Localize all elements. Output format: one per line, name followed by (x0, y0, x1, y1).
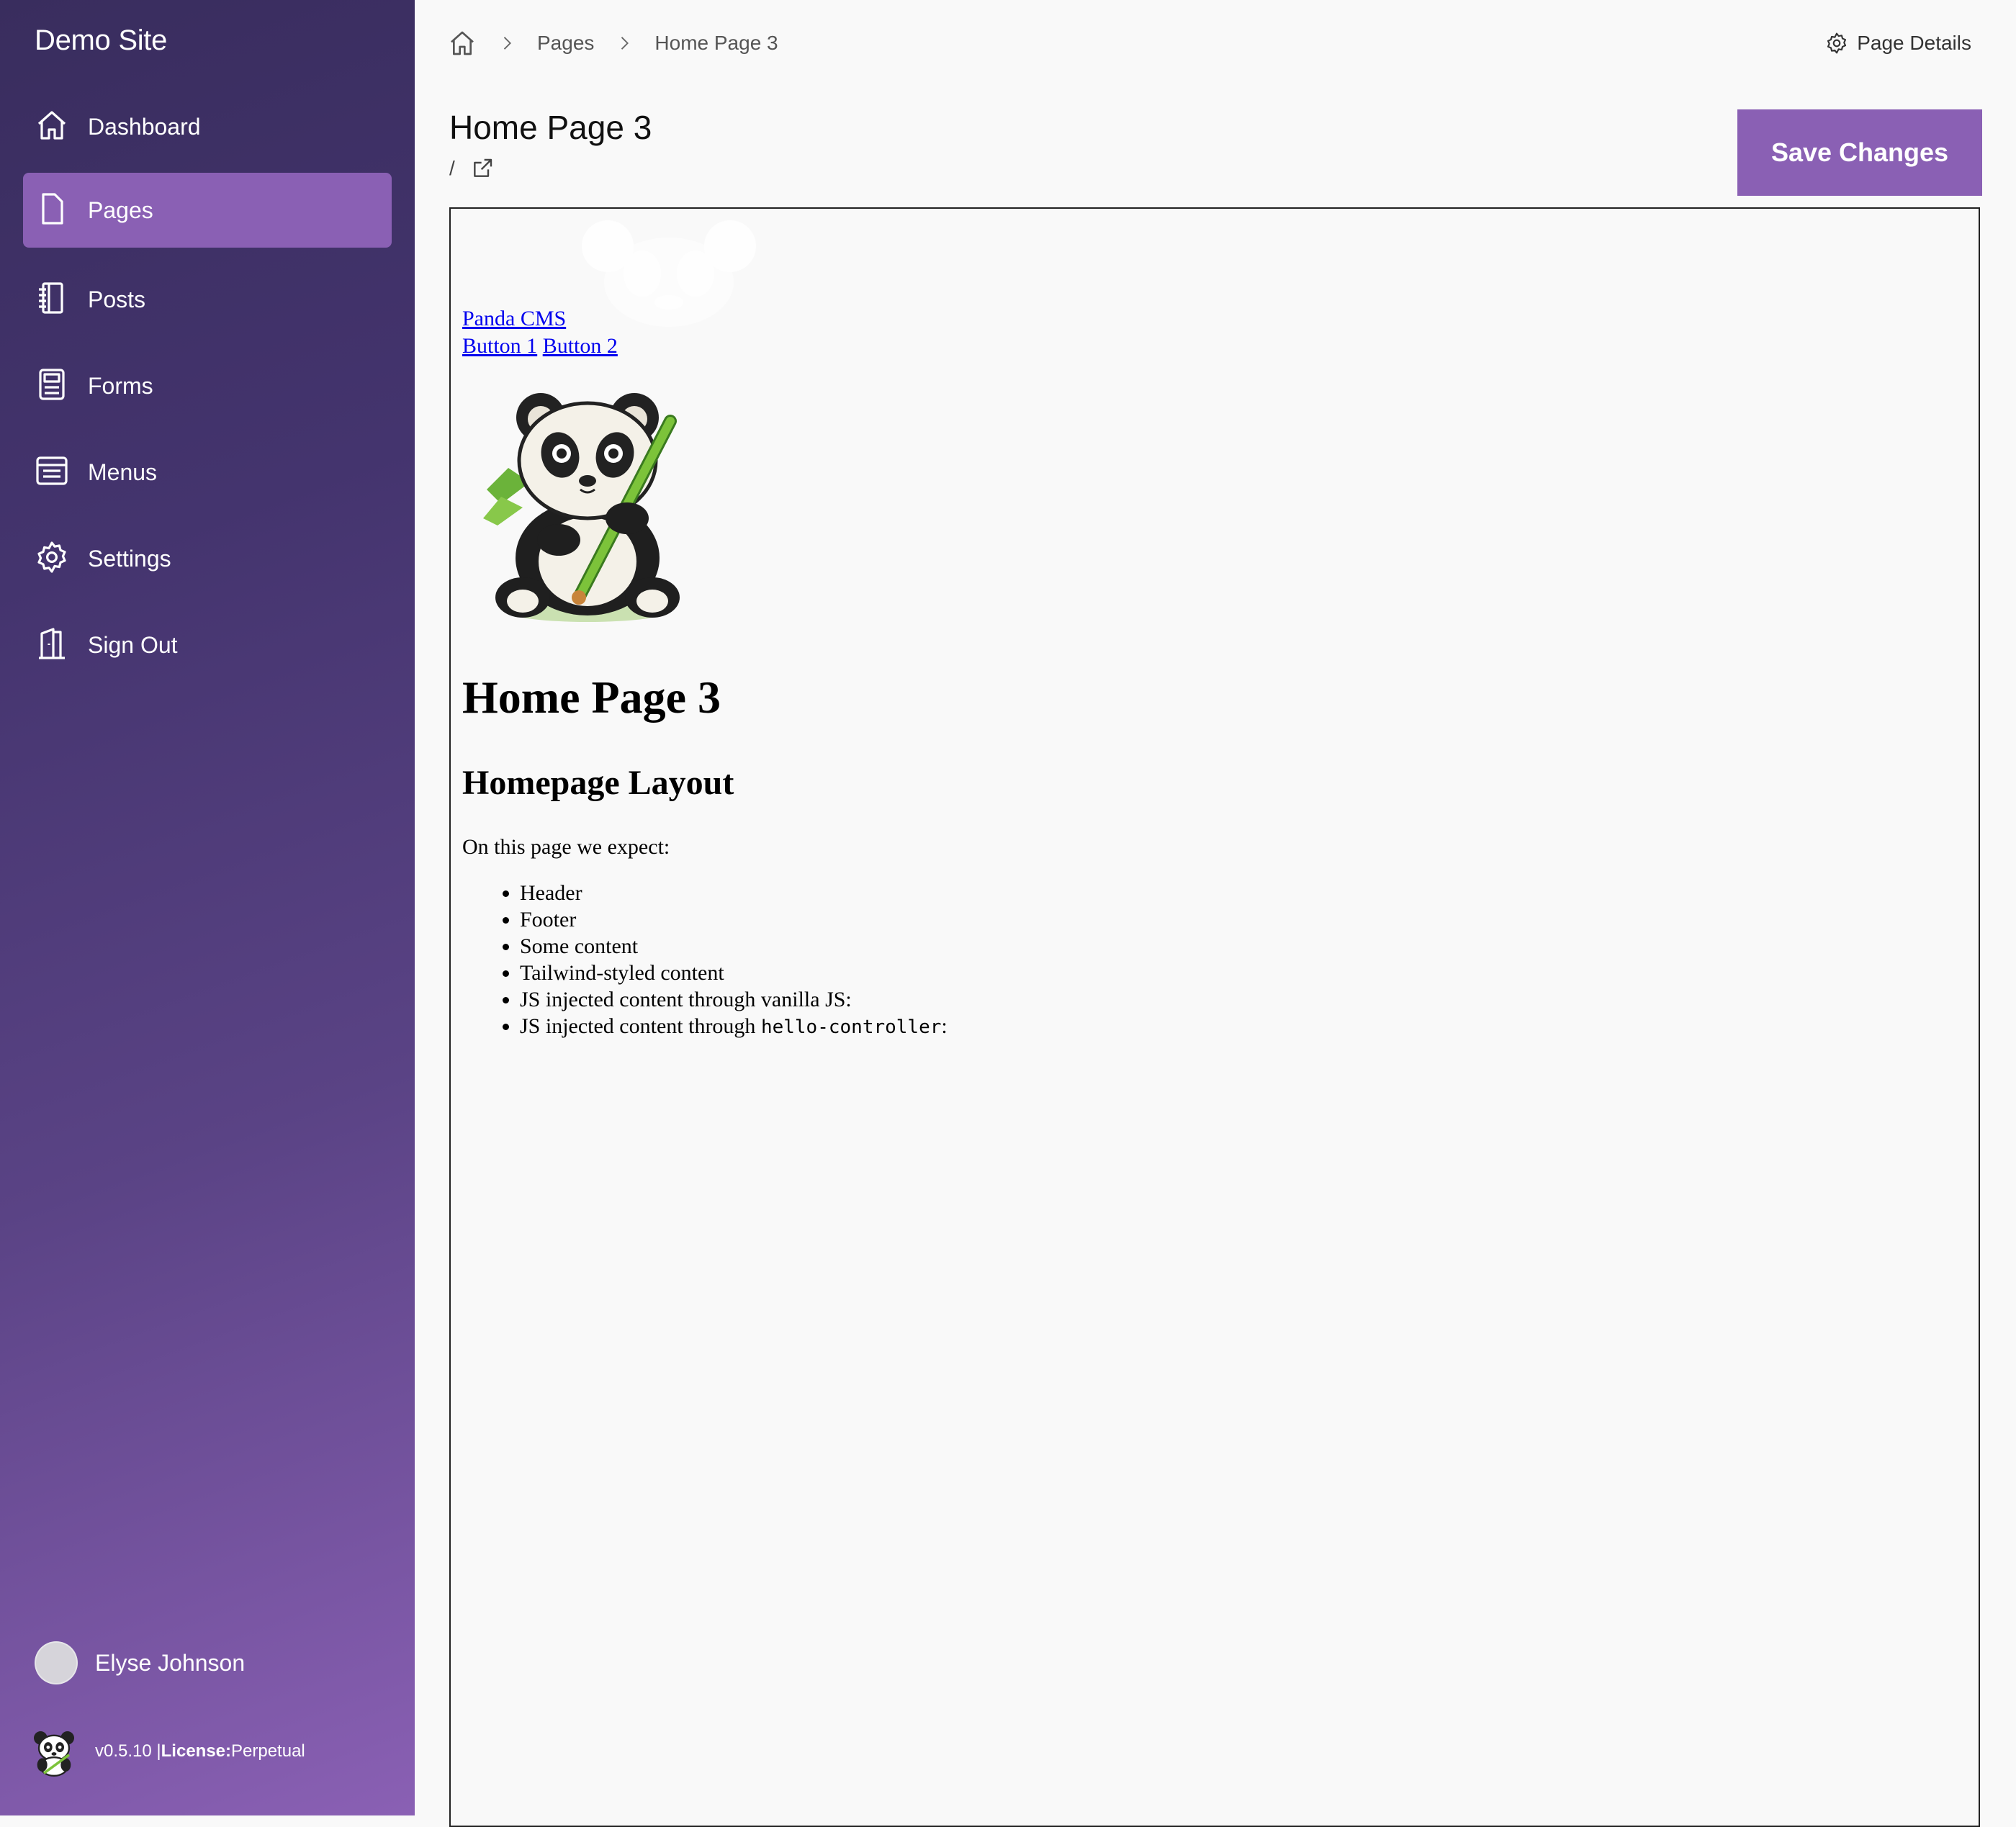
sidebar-item-settings[interactable]: Settings (23, 521, 392, 596)
list-item: Tailwind-styled content (520, 960, 948, 986)
sidebar-item-menus[interactable]: Menus (23, 435, 392, 510)
sidebar-item-label: Menus (88, 459, 158, 485)
panda-logo-icon (34, 1731, 74, 1777)
list-item: JS injected content through vanilla JS: (520, 986, 948, 1013)
chevron-right-icon (621, 37, 629, 50)
version-text: v0.5.10 | (95, 1741, 161, 1761)
page-details-label: Page Details (1857, 32, 1971, 54)
preview-subheading: Homepage Layout (462, 764, 734, 802)
gear-icon (37, 541, 66, 573)
sidebar-item-pages[interactable]: Pages (23, 173, 392, 248)
sidebar-item-label: Posts (88, 286, 146, 312)
version-info: v0.5.10 | License: Perpetual (29, 1726, 305, 1777)
slug-text: / (449, 157, 455, 179)
button-2-link[interactable]: Button 2 (543, 334, 618, 358)
page-title: Home Page 3 (449, 109, 652, 146)
home-icon (37, 111, 66, 140)
page-preview-frame[interactable]: Panda CMS Button 1 Button 2 Home Page 3 … (449, 207, 1980, 1827)
preview-intro: On this page we expect: (462, 835, 670, 859)
list-item: Header (520, 880, 948, 906)
user-name: Elyse Johnson (95, 1649, 246, 1676)
gear-icon (1827, 32, 1847, 54)
page-details-button[interactable]: Page Details (1825, 32, 1971, 55)
button-1-link[interactable]: Button 1 (462, 334, 537, 358)
notebook-icon (39, 282, 63, 314)
avatar (35, 1641, 78, 1684)
home-icon[interactable] (448, 29, 477, 58)
code-snippet: hello-controller (760, 1016, 942, 1038)
sidebar: Demo Site Dashboard Pages Posts Forms Me… (0, 0, 415, 1815)
list-item: Some content (520, 933, 948, 960)
sidebar-item-label: Settings (88, 545, 171, 572)
user-profile[interactable]: Elyse Johnson (35, 1641, 245, 1684)
list-item: JS injected content through hello-contro… (520, 1013, 948, 1041)
sidebar-item-dashboard[interactable]: Dashboard (23, 89, 392, 164)
breadcrumb-pages[interactable]: Pages (537, 32, 594, 55)
form-icon (39, 369, 65, 400)
sidebar-item-label: Forms (88, 372, 153, 399)
license-value: Perpetual (231, 1741, 305, 1761)
site-title: Demo Site (35, 24, 168, 56)
expectations-list: Header Footer Some content Tailwind-styl… (462, 880, 948, 1041)
list-item-text: JS injected content through (520, 1014, 761, 1038)
license-label: License: (161, 1741, 232, 1761)
panda-illustration (483, 393, 680, 622)
door-icon (39, 628, 65, 659)
sidebar-item-label: Dashboard (88, 113, 201, 140)
sidebar-item-sign-out[interactable]: Sign Out (23, 608, 392, 682)
save-changes-button[interactable]: Save Changes (1737, 109, 1982, 196)
chevron-right-icon (503, 37, 511, 50)
external-link-icon[interactable] (471, 157, 494, 180)
breadcrumb: Pages Home Page 3 (448, 29, 778, 58)
list-item: Footer (520, 906, 948, 933)
sidebar-item-label: Sign Out (88, 631, 178, 658)
site-header: Panda CMS Button 1 Button 2 (462, 305, 618, 360)
document-icon (42, 193, 63, 225)
sidebar-item-posts[interactable]: Posts (23, 262, 392, 337)
sidebar-item-label: Pages (88, 197, 153, 223)
sidebar-item-forms[interactable]: Forms (23, 348, 392, 423)
menu-icon (36, 456, 68, 485)
list-item-suffix: : (941, 1014, 948, 1038)
brand-link[interactable]: Panda CMS (462, 307, 566, 330)
preview-heading: Home Page 3 (462, 672, 721, 723)
page-slug: / (449, 157, 494, 180)
breadcrumb-current[interactable]: Home Page 3 (654, 32, 778, 55)
